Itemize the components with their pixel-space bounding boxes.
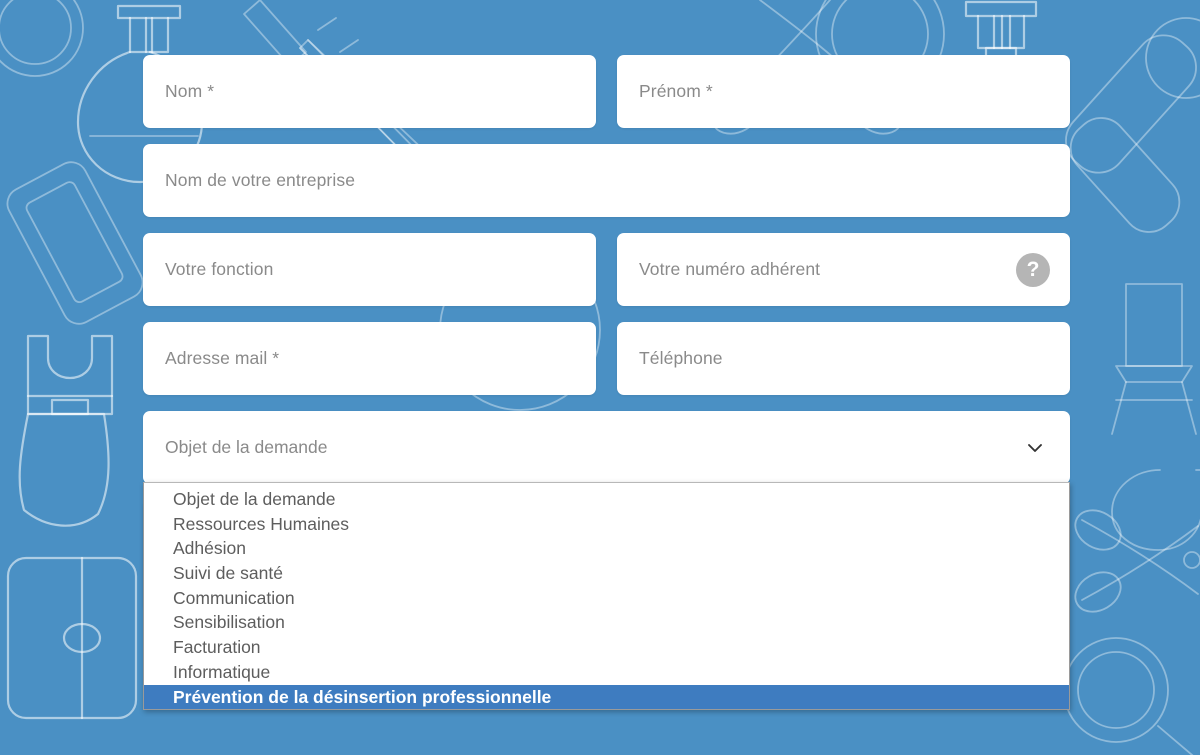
option-item[interactable]: Sensibilisation	[144, 610, 1069, 635]
field-wrapper-adresse-mail: Adresse mail *	[143, 322, 596, 395]
adresse-mail-field[interactable]: Adresse mail *	[143, 322, 596, 395]
question-mark-icon[interactable]: ?	[1016, 252, 1050, 287]
objet-demande-select-wrapper: Objet de la demande Objet de la demande …	[143, 411, 1070, 711]
objet-demande-select[interactable]: Objet de la demande	[143, 411, 1070, 484]
briefcase-art	[6, 556, 138, 720]
entreprise-field[interactable]: Nom de votre entreprise	[143, 144, 1070, 217]
option-item-highlighted[interactable]: Prévention de la désinsertion profession…	[144, 684, 1069, 710]
entreprise-placeholder: Nom de votre entreprise	[165, 170, 356, 190]
chair-art	[1111, 283, 1197, 435]
form-row-company: Nom de votre entreprise	[143, 144, 1070, 217]
circle-outline-art	[0, 0, 84, 77]
magnifier-bottom-art	[1063, 637, 1194, 755]
fonction-placeholder: Votre fonction	[165, 259, 274, 279]
form-row-name: Nom * Prénom *	[143, 55, 1070, 128]
field-wrapper-entreprise: Nom de votre entreprise	[143, 144, 1070, 217]
prenom-placeholder: Prénom *	[639, 81, 713, 101]
contact-form: Nom * Prénom * Nom de votre entreprise V…	[143, 55, 1070, 711]
option-item[interactable]: Adhésion	[144, 536, 1069, 561]
field-wrapper-numero-adherent: Votre numéro adhérent ?	[617, 233, 1070, 306]
objet-demande-option-list[interactable]: Objet de la demande Ressources Humaines …	[143, 482, 1070, 711]
numero-adherent-field[interactable]: Votre numéro adhérent ?	[617, 233, 1070, 306]
option-item[interactable]: Objet de la demande	[144, 487, 1069, 512]
nom-placeholder: Nom *	[165, 81, 215, 101]
apron-art	[18, 334, 114, 527]
telephone-placeholder: Téléphone	[639, 348, 723, 368]
chevron-down-icon[interactable]	[1026, 439, 1044, 457]
goggles-art	[1111, 469, 1200, 551]
field-wrapper-nom: Nom *	[143, 55, 596, 128]
field-wrapper-fonction: Votre fonction	[143, 233, 596, 306]
telephone-field[interactable]: Téléphone	[617, 322, 1070, 395]
page-root: Nom * Prénom * Nom de votre entreprise V…	[0, 0, 1200, 755]
form-row-contact: Adresse mail * Téléphone	[143, 322, 1070, 395]
scissors-right-art	[1074, 509, 1200, 613]
option-item[interactable]: Ressources Humaines	[144, 512, 1069, 537]
adresse-mail-placeholder: Adresse mail *	[165, 348, 280, 368]
numero-adherent-placeholder: Votre numéro adhérent	[639, 259, 821, 279]
phone-art	[6, 161, 144, 325]
option-item[interactable]: Communication	[144, 586, 1069, 611]
field-wrapper-telephone: Téléphone	[617, 322, 1070, 395]
option-item[interactable]: Facturation	[144, 635, 1069, 660]
option-item[interactable]: Suivi de santé	[144, 561, 1069, 586]
prenom-field[interactable]: Prénom *	[617, 55, 1070, 128]
option-item[interactable]: Informatique	[144, 660, 1069, 685]
bandage-cross-art	[1065, 17, 1200, 233]
form-row-role: Votre fonction Votre numéro adhérent ?	[143, 233, 1070, 306]
field-wrapper-prenom: Prénom *	[617, 55, 1070, 128]
fonction-field[interactable]: Votre fonction	[143, 233, 596, 306]
nom-field[interactable]: Nom *	[143, 55, 596, 128]
objet-demande-selected-label: Objet de la demande	[165, 437, 328, 457]
form-row-subject: Objet de la demande Objet de la demande …	[143, 411, 1070, 711]
